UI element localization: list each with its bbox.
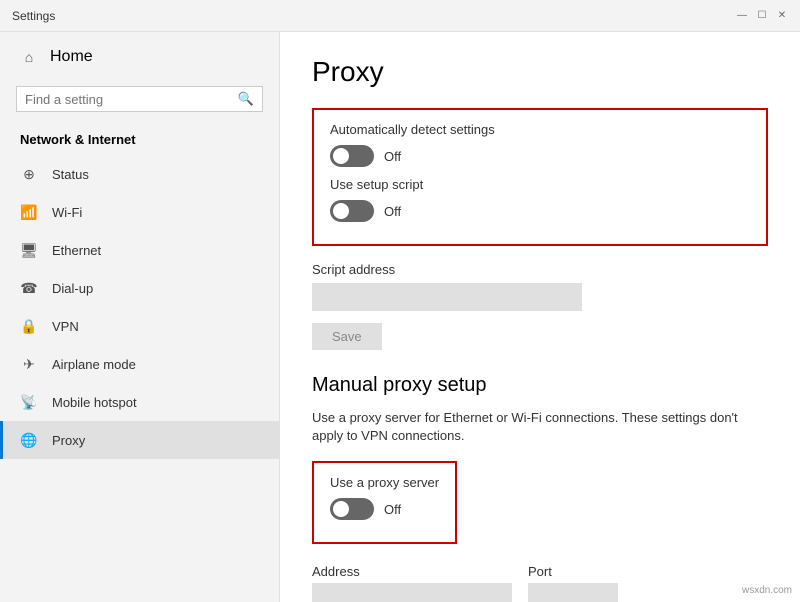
sidebar-item-dialup[interactable]: ☎ Dial-up <box>0 269 279 307</box>
sidebar-item-home[interactable]: ⌂ Home <box>0 32 279 82</box>
close-button[interactable]: ✕ <box>776 10 788 22</box>
manual-section-title: Manual proxy setup <box>312 374 768 397</box>
sidebar-item-proxy[interactable]: 🌐 Proxy <box>0 421 279 459</box>
manual-description: Use a proxy server for Ethernet or Wi-Fi… <box>312 409 752 445</box>
home-icon: ⌂ <box>20 48 38 66</box>
save-button[interactable]: Save <box>312 323 382 350</box>
script-address-label: Script address <box>312 262 768 277</box>
proxy-icon: 🌐 <box>20 431 38 449</box>
sidebar-item-status[interactable]: ⊕ Status <box>0 155 279 193</box>
sidebar-item-label: Dial-up <box>52 281 93 296</box>
watermark: wsxdn.com <box>742 585 792 596</box>
sidebar-item-ethernet[interactable]: 🖥 Ethernet <box>0 231 279 269</box>
sidebar-item-label: Ethernet <box>52 243 101 258</box>
auto-detect-toggle[interactable] <box>330 145 374 167</box>
setup-script-toggle-row: Off <box>330 200 750 222</box>
sidebar-item-vpn[interactable]: 🔒 VPN <box>0 307 279 345</box>
address-input[interactable] <box>312 583 512 602</box>
use-proxy-toggle-row: Off <box>330 498 439 520</box>
sidebar: ⌂ Home 🔍 Network & Internet ⊕ Status 📶 W… <box>0 32 280 602</box>
auto-detect-toggle-row: Off <box>330 145 750 167</box>
main-content: Proxy Automatically detect settings Off … <box>280 32 800 602</box>
address-field-group: Address <box>312 564 512 602</box>
search-icon: 🔍 <box>238 91 254 107</box>
port-label: Port <box>528 564 618 579</box>
automatic-proxy-section: Automatically detect settings Off Use se… <box>312 108 768 246</box>
vpn-icon: 🔒 <box>20 317 38 335</box>
search-input[interactable] <box>25 92 232 107</box>
port-input[interactable] <box>528 583 618 602</box>
sidebar-item-label: Airplane mode <box>52 357 136 372</box>
address-label: Address <box>312 564 512 579</box>
sidebar-item-label: Wi-Fi <box>52 205 82 220</box>
sidebar-item-label: Proxy <box>52 433 85 448</box>
sidebar-section-label: Network & Internet <box>0 124 279 155</box>
sidebar-item-label: VPN <box>52 319 79 334</box>
setup-script-label: Use setup script <box>330 177 750 192</box>
home-label: Home <box>50 48 93 66</box>
use-proxy-section: Use a proxy server Off <box>312 461 457 544</box>
ethernet-icon: 🖥 <box>20 241 38 259</box>
sidebar-item-hotspot[interactable]: 📡 Mobile hotspot <box>0 383 279 421</box>
sidebar-item-label: Status <box>52 167 89 182</box>
titlebar: Settings — ☐ ✕ <box>0 0 800 32</box>
dialup-icon: ☎ <box>20 279 38 297</box>
sidebar-item-airplane[interactable]: ✈ Airplane mode <box>0 345 279 383</box>
wifi-icon: 📶 <box>20 203 38 221</box>
hotspot-icon: 📡 <box>20 393 38 411</box>
use-proxy-toggle[interactable] <box>330 498 374 520</box>
sidebar-item-wifi[interactable]: 📶 Wi-Fi <box>0 193 279 231</box>
address-port-row: Address Port <box>312 564 768 602</box>
use-proxy-toggle-label: Off <box>384 502 401 517</box>
setup-script-toggle[interactable] <box>330 200 374 222</box>
titlebar-controls: — ☐ ✕ <box>736 10 788 22</box>
auto-detect-toggle-label: Off <box>384 149 401 164</box>
search-box: 🔍 <box>16 86 263 112</box>
minimize-button[interactable]: — <box>736 10 748 22</box>
maximize-button[interactable]: ☐ <box>756 10 768 22</box>
status-icon: ⊕ <box>20 165 38 183</box>
setup-script-toggle-label: Off <box>384 204 401 219</box>
page-title: Proxy <box>312 56 768 88</box>
titlebar-title: Settings <box>12 9 55 23</box>
port-field-group: Port <box>528 564 618 602</box>
app-container: ⌂ Home 🔍 Network & Internet ⊕ Status 📶 W… <box>0 32 800 602</box>
airplane-icon: ✈ <box>20 355 38 373</box>
sidebar-item-label: Mobile hotspot <box>52 395 137 410</box>
auto-detect-label: Automatically detect settings <box>330 122 750 137</box>
script-address-input[interactable] <box>312 283 582 311</box>
use-proxy-label: Use a proxy server <box>330 475 439 490</box>
